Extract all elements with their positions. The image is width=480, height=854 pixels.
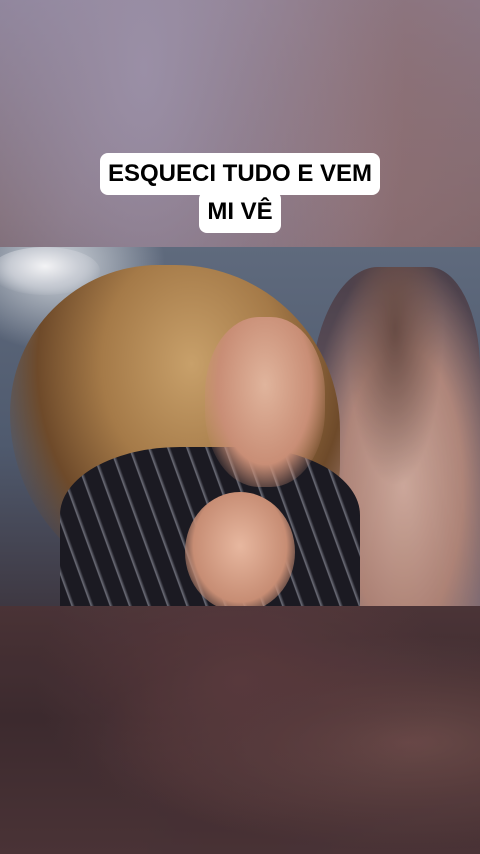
blurred-background-bottom <box>0 606 480 854</box>
caption-line-2: MI VÊ <box>199 191 281 233</box>
performer-face <box>205 317 325 487</box>
caption-overlay: ESQUECI TUDO E VEM MI VÊ <box>0 153 480 233</box>
caption-line-1: ESQUECI TUDO E VEM <box>99 153 381 195</box>
performer-body <box>185 492 295 606</box>
video-frame[interactable] <box>0 247 480 606</box>
